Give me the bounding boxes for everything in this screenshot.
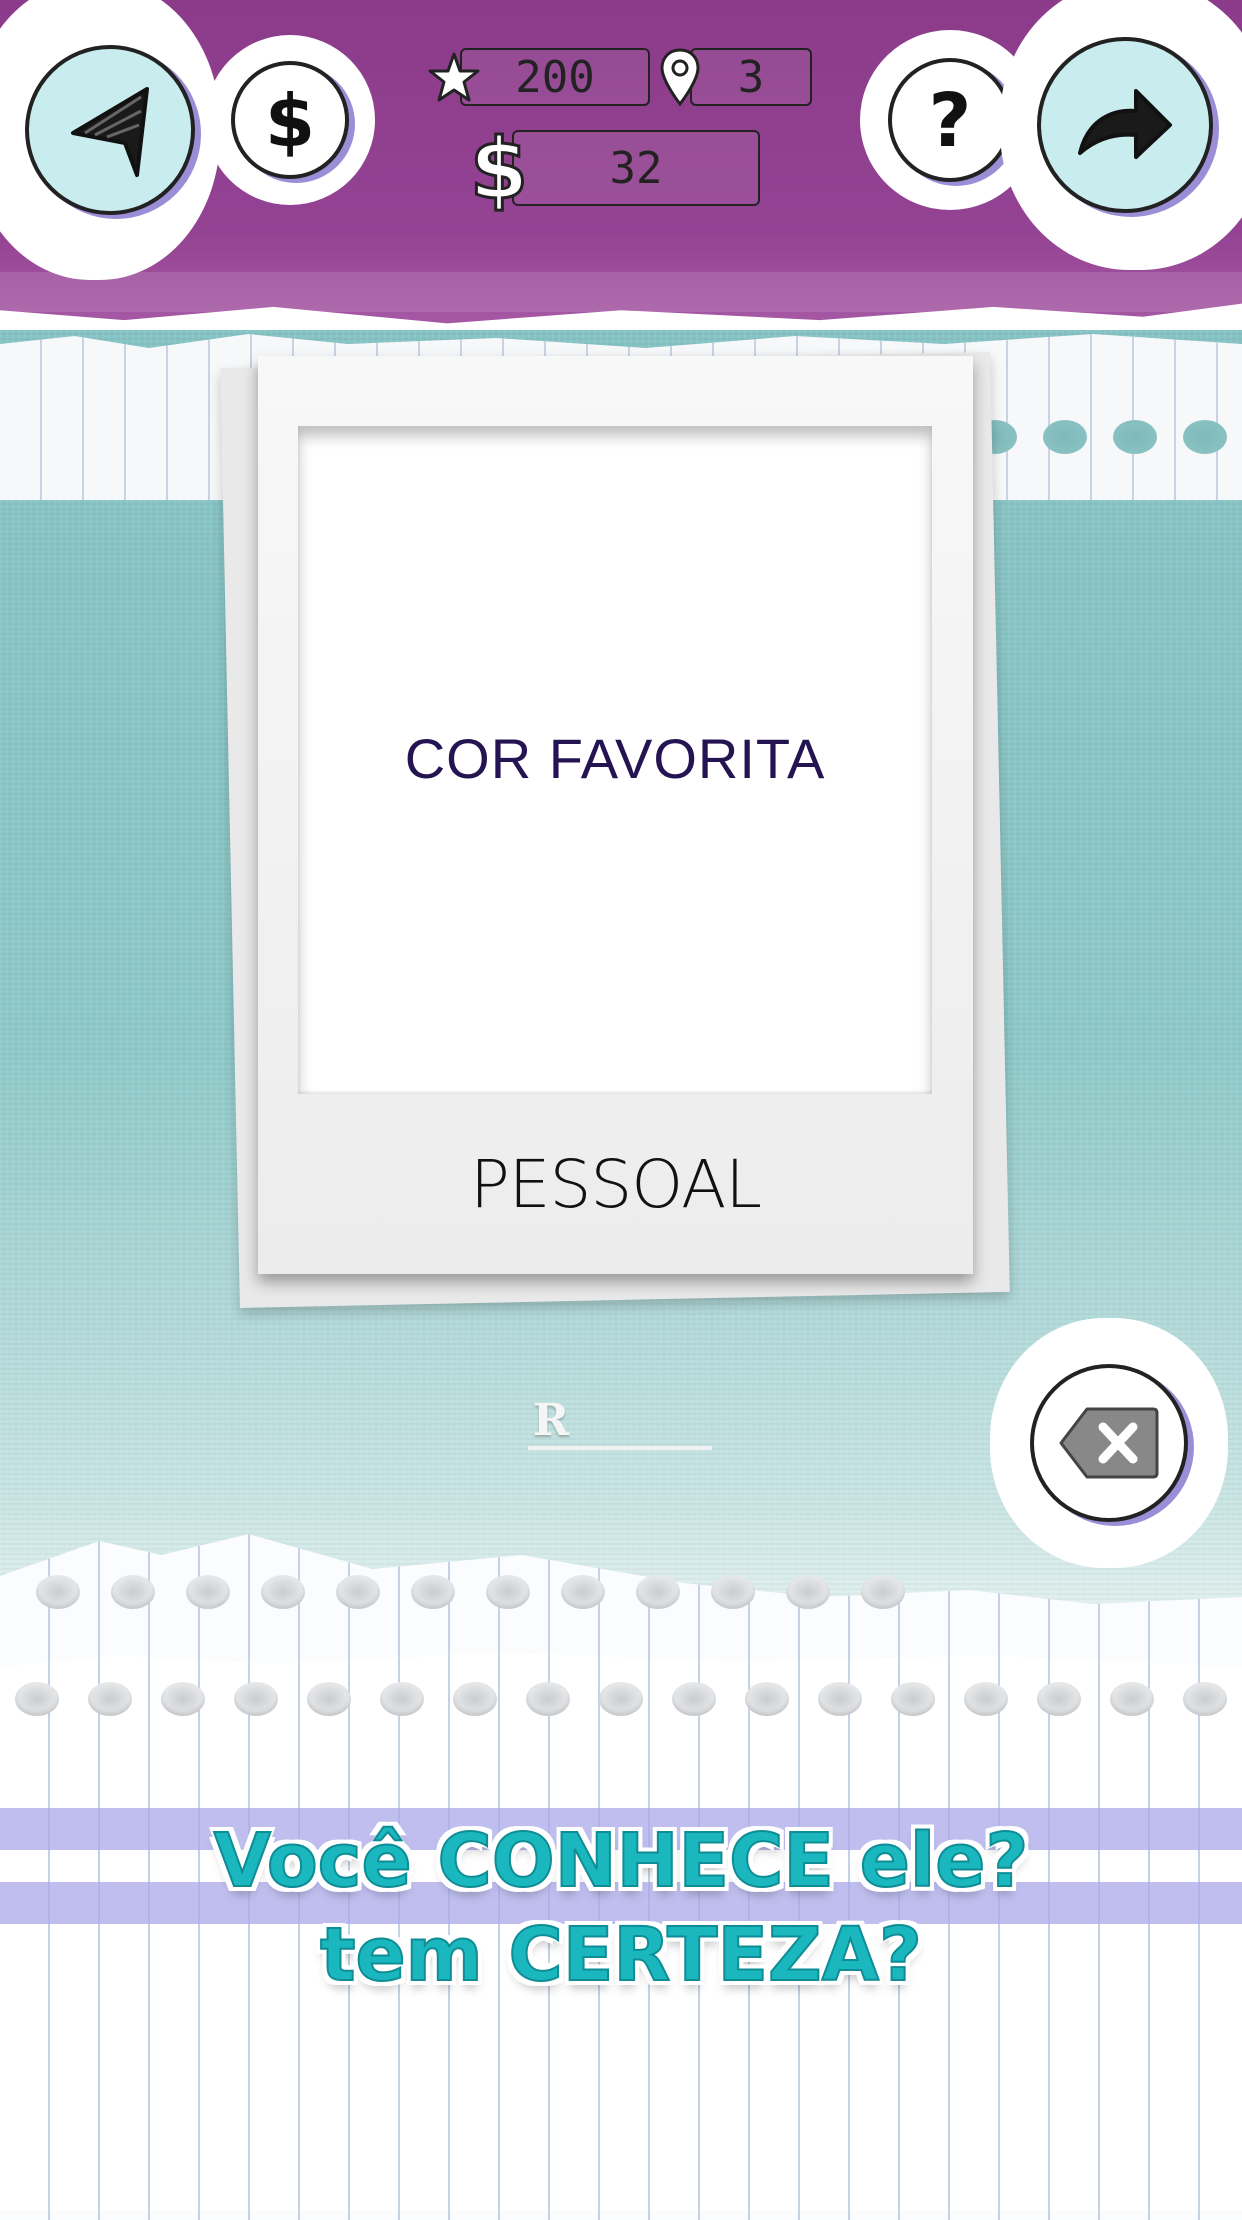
answer-slot[interactable]: R xyxy=(528,1390,574,1450)
svg-text:$: $ xyxy=(470,122,528,212)
svg-text:$: $ xyxy=(265,80,315,160)
stars-counter: 200 xyxy=(460,48,650,106)
forward-arrow-icon xyxy=(1037,37,1213,213)
question-text: COR FAVORITA xyxy=(404,727,826,790)
coins-counter: 32 xyxy=(512,130,760,206)
location-pin-icon xyxy=(656,46,704,112)
paper-holes-row-1 xyxy=(20,1575,920,1609)
tagline-line-2: tem CERTEZA? xyxy=(319,1911,923,1999)
shop-button[interactable]: $ xyxy=(205,35,375,205)
answer-slot[interactable] xyxy=(620,1390,666,1450)
backspace-icon xyxy=(1030,1364,1188,1522)
dollar-sign-icon: $ xyxy=(468,119,529,220)
category-label: PESSOAL xyxy=(470,1146,762,1223)
answer-slot[interactable] xyxy=(666,1390,712,1450)
star-icon xyxy=(426,50,482,110)
svg-text:?: ? xyxy=(929,80,972,160)
paper-holes-row-2 xyxy=(0,1682,1242,1716)
back-arrow-icon xyxy=(25,45,195,215)
answer-slots[interactable]: R xyxy=(528,1390,712,1450)
paper-holes-top xyxy=(960,420,1240,454)
question-card: COR FAVORITA PESSOAL xyxy=(258,356,973,1274)
question-mark-icon: ? xyxy=(888,58,1012,182)
dollar-icon: $ xyxy=(231,61,349,179)
delete-button[interactable] xyxy=(990,1318,1228,1568)
answer-slot[interactable] xyxy=(574,1390,620,1450)
card-photo-area: COR FAVORITA xyxy=(298,426,932,1094)
tagline-line-1: Você CONHECE ele? xyxy=(213,1817,1030,1905)
location-counter: 3 xyxy=(690,48,812,106)
